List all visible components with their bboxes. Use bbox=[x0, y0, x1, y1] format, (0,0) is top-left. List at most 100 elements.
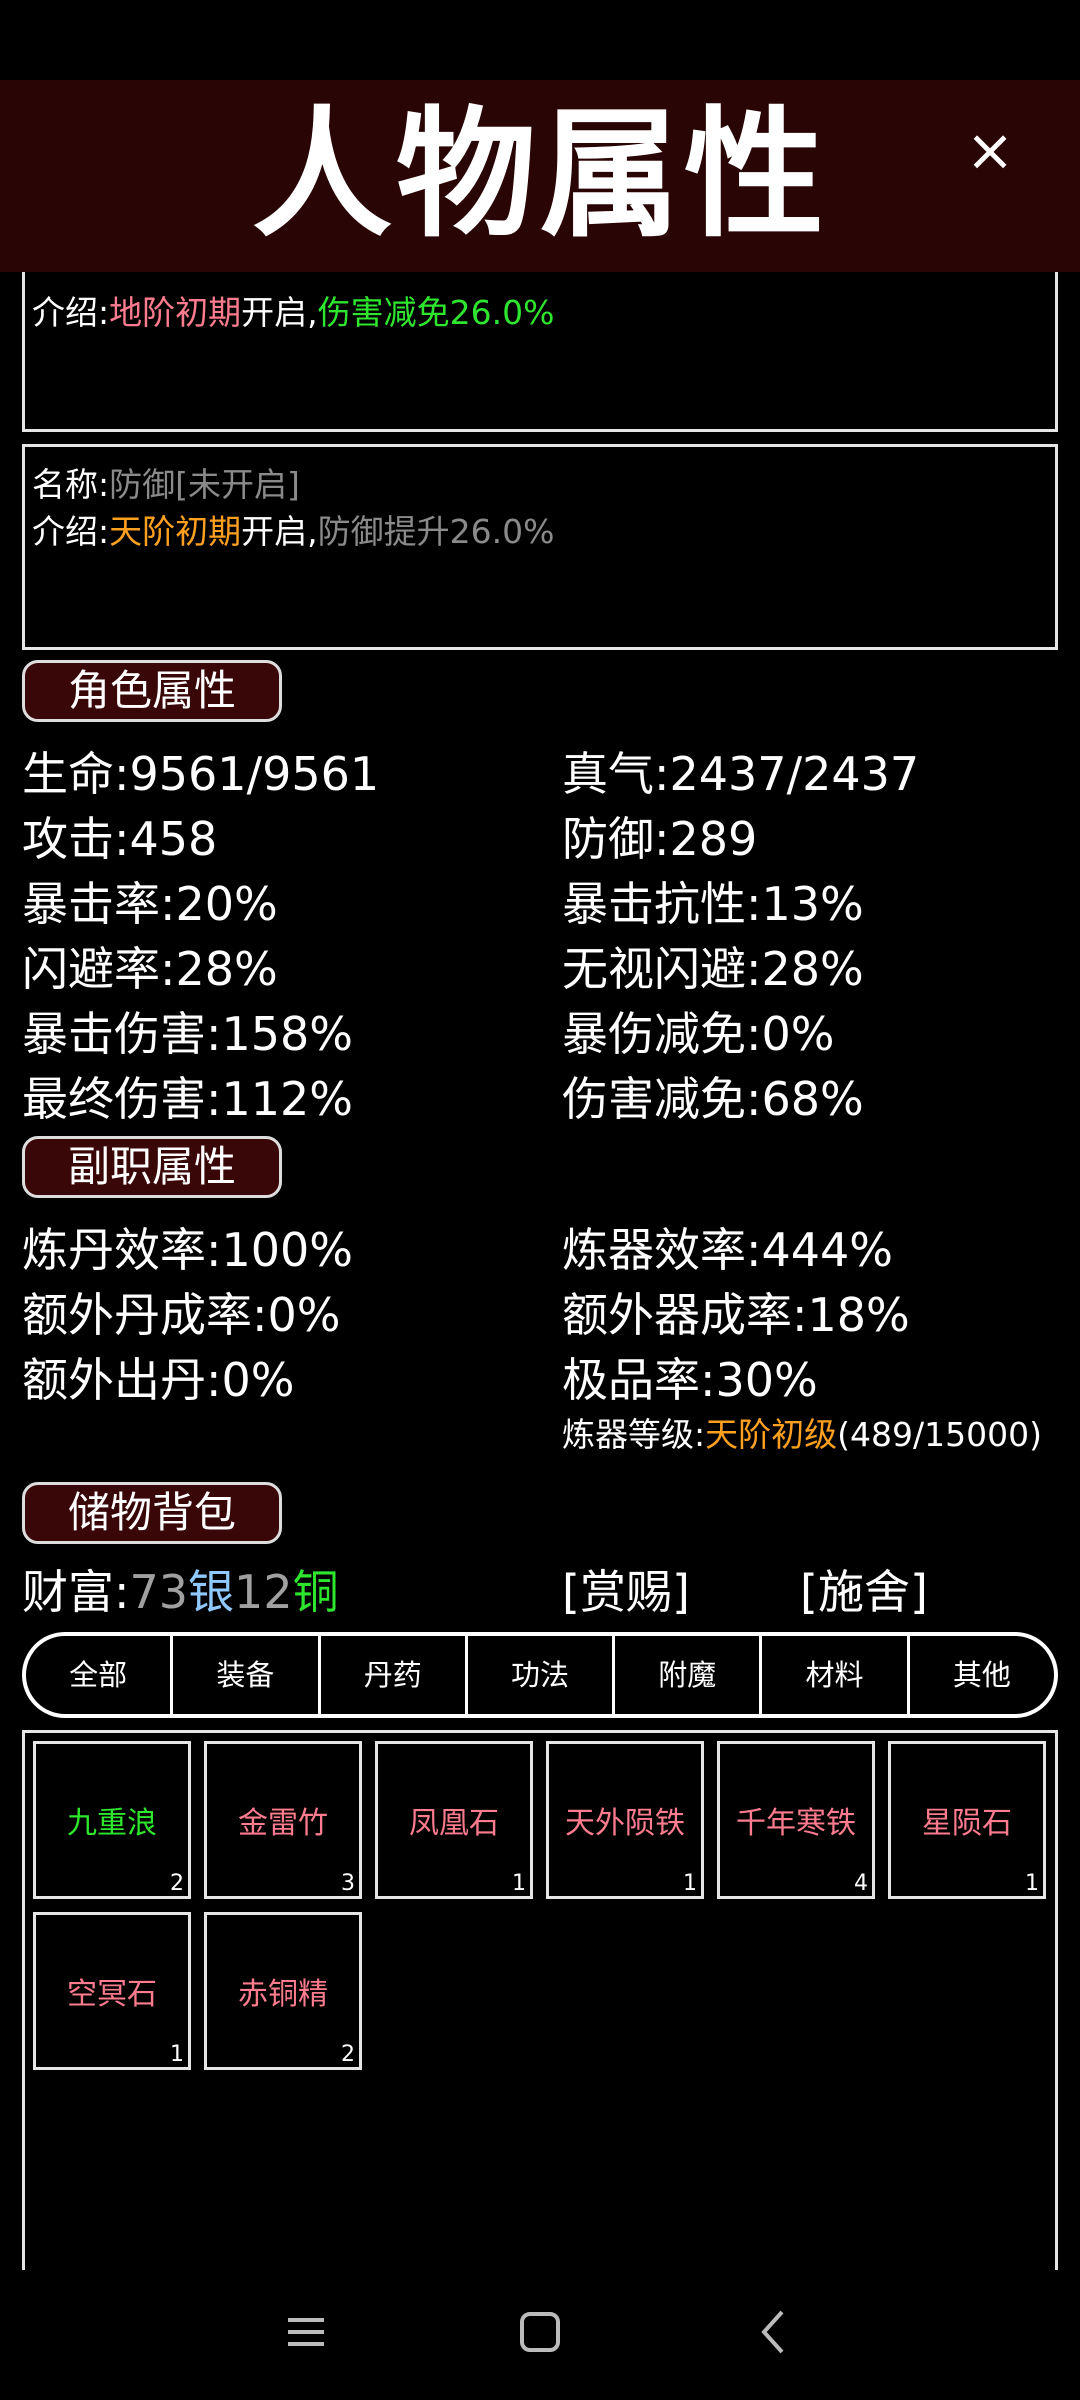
stat-value: 158% bbox=[221, 1007, 354, 1061]
stat-value: 20% bbox=[175, 877, 278, 931]
status-bar bbox=[0, 0, 1080, 80]
skill-1-open-text: 开启, bbox=[241, 293, 318, 332]
stat-label: 炼器效率: bbox=[562, 1223, 762, 1277]
give-button[interactable]: [施舍] bbox=[800, 1556, 928, 1622]
stat-label: 真气: bbox=[562, 747, 670, 801]
stat-label: 暴击抗性: bbox=[562, 877, 762, 931]
item-name: 赤铜精 bbox=[238, 1977, 328, 2012]
sub-stat: 额外器成率:18% bbox=[562, 1279, 910, 1345]
stat-label: 最终伤害: bbox=[22, 1072, 222, 1126]
intro-label: 介绍: bbox=[32, 293, 110, 332]
skill-2-effect: 防御提升26.0% bbox=[317, 512, 555, 551]
skill-1-intro: 介绍:地阶初期开启,伤害减免26.0% bbox=[32, 286, 554, 334]
stat-value: 112% bbox=[221, 1072, 354, 1126]
role-stat: 无视闪避:28% bbox=[562, 933, 864, 999]
inventory-slot[interactable]: 赤铜精 2 bbox=[204, 1912, 362, 2070]
inventory-slot[interactable]: 星陨石 1 bbox=[888, 1741, 1046, 1899]
skill-1-effect: 伤害减免26.0% bbox=[317, 293, 555, 332]
sub-stat: 额外出丹:0% bbox=[22, 1344, 294, 1410]
close-button[interactable]: × bbox=[948, 108, 1032, 192]
role-stat: 防御:289 bbox=[562, 803, 757, 869]
stat-label: 额外器成率: bbox=[562, 1288, 808, 1342]
intro-label: 介绍: bbox=[32, 512, 110, 551]
forge-level-rank: 天阶初级 bbox=[705, 1415, 838, 1454]
role-stat: 暴伤减免:0% bbox=[562, 998, 834, 1064]
stat-value: 0% bbox=[221, 1353, 295, 1407]
inventory-slot[interactable]: 天外陨铁 1 bbox=[546, 1741, 704, 1899]
item-count: 4 bbox=[854, 1871, 868, 1896]
item-count: 3 bbox=[341, 1871, 355, 1896]
inventory-slot[interactable]: 金雷竹 3 bbox=[204, 1741, 362, 1899]
stat-label: 生命: bbox=[22, 747, 130, 801]
sub-stat: 炼丹效率:100% bbox=[22, 1214, 353, 1280]
role-stat: 暴击伤害:158% bbox=[22, 998, 353, 1064]
stat-value: 0% bbox=[761, 1007, 835, 1061]
page-title: 人物属性 bbox=[251, 94, 828, 257]
item-name: 星陨石 bbox=[922, 1806, 1012, 1841]
stat-label: 闪避率: bbox=[22, 942, 176, 996]
skill-2-name: 名称:防御[未开启] bbox=[32, 458, 300, 506]
item-name: 九重浪 bbox=[67, 1806, 157, 1841]
sub-stat: 额外丹成率:0% bbox=[22, 1279, 340, 1345]
bag-tabs: 全部 装备 丹药 功法 附魔 材料 其他 bbox=[22, 1632, 1058, 1718]
skill-1-condition: 地阶初期 bbox=[109, 293, 242, 332]
back-icon[interactable] bbox=[744, 2302, 804, 2362]
tab-pills[interactable]: 丹药 bbox=[321, 1636, 468, 1714]
tab-other[interactable]: 其他 bbox=[910, 1636, 1054, 1714]
name-label: 名称: bbox=[32, 465, 110, 504]
stat-value: 13% bbox=[761, 877, 864, 931]
role-stat: 攻击:458 bbox=[22, 803, 217, 869]
stat-label: 暴击伤害: bbox=[22, 1007, 222, 1061]
item-name: 空冥石 bbox=[67, 1977, 157, 2012]
stat-label: 极品率: bbox=[562, 1353, 716, 1407]
stat-value: 28% bbox=[175, 942, 278, 996]
skill-2-condition: 天阶初期 bbox=[109, 512, 242, 551]
skill-2-intro: 介绍:天阶初期开启,防御提升26.0% bbox=[32, 505, 554, 553]
forge-level-label: 炼器等级: bbox=[562, 1415, 706, 1454]
item-name: 金雷竹 bbox=[238, 1806, 328, 1841]
role-stat: 生命:9561/9561 bbox=[22, 738, 379, 804]
item-count: 1 bbox=[683, 1871, 697, 1896]
skill-2-name-value: 防御[未开启] bbox=[109, 465, 300, 504]
sub-stat: 极品率:30% bbox=[562, 1344, 818, 1410]
stat-value: 30% bbox=[715, 1353, 818, 1407]
stat-label: 攻击: bbox=[22, 812, 130, 866]
item-count: 1 bbox=[1025, 1871, 1039, 1896]
stat-label: 暴击率: bbox=[22, 877, 176, 931]
wealth-label: 财富: bbox=[22, 1565, 130, 1619]
reward-button[interactable]: [赏赐] bbox=[562, 1556, 690, 1622]
tab-all[interactable]: 全部 bbox=[26, 1636, 174, 1714]
stat-label: 额外出丹: bbox=[22, 1353, 222, 1407]
sub-section-title: 副职属性 bbox=[22, 1136, 282, 1198]
inventory-slot[interactable]: 凤凰石 1 bbox=[375, 1741, 533, 1899]
silver-unit: 银 bbox=[188, 1565, 235, 1619]
stat-value: 68% bbox=[761, 1072, 864, 1126]
home-icon[interactable] bbox=[510, 2302, 570, 2362]
stat-value: 458 bbox=[129, 812, 218, 866]
item-name: 千年寒铁 bbox=[736, 1806, 856, 1841]
stat-label: 暴伤减免: bbox=[562, 1007, 762, 1061]
tab-equipment[interactable]: 装备 bbox=[173, 1636, 321, 1714]
silver-amount: 73 bbox=[129, 1565, 189, 1619]
item-count: 2 bbox=[170, 1871, 184, 1896]
close-icon: × bbox=[965, 116, 1015, 184]
item-name: 凤凰石 bbox=[409, 1806, 499, 1841]
stat-label: 无视闪避: bbox=[562, 942, 762, 996]
stat-value: 18% bbox=[807, 1288, 910, 1342]
tab-skills[interactable]: 功法 bbox=[468, 1636, 616, 1714]
stat-value: 0% bbox=[267, 1288, 341, 1342]
inventory-slot[interactable]: 空冥石 1 bbox=[33, 1912, 191, 2070]
menu-icon[interactable] bbox=[276, 2302, 336, 2362]
tab-materials[interactable]: 材料 bbox=[762, 1636, 910, 1714]
copper-amount: 12 bbox=[234, 1565, 293, 1619]
skill-2-open-text: 开启, bbox=[241, 512, 318, 551]
inventory-slot[interactable]: 九重浪 2 bbox=[33, 1741, 191, 1899]
stat-label: 炼丹效率: bbox=[22, 1223, 222, 1277]
tab-enchant[interactable]: 附魔 bbox=[615, 1636, 763, 1714]
wealth: 财富:73银12铜 bbox=[22, 1556, 339, 1622]
inventory-slot[interactable]: 千年寒铁 4 bbox=[717, 1741, 875, 1899]
stat-label: 额外丹成率: bbox=[22, 1288, 268, 1342]
role-stat: 暴击抗性:13% bbox=[562, 868, 864, 934]
item-count: 2 bbox=[341, 2042, 355, 2067]
forge-level-progress: (489/15000) bbox=[837, 1415, 1042, 1454]
